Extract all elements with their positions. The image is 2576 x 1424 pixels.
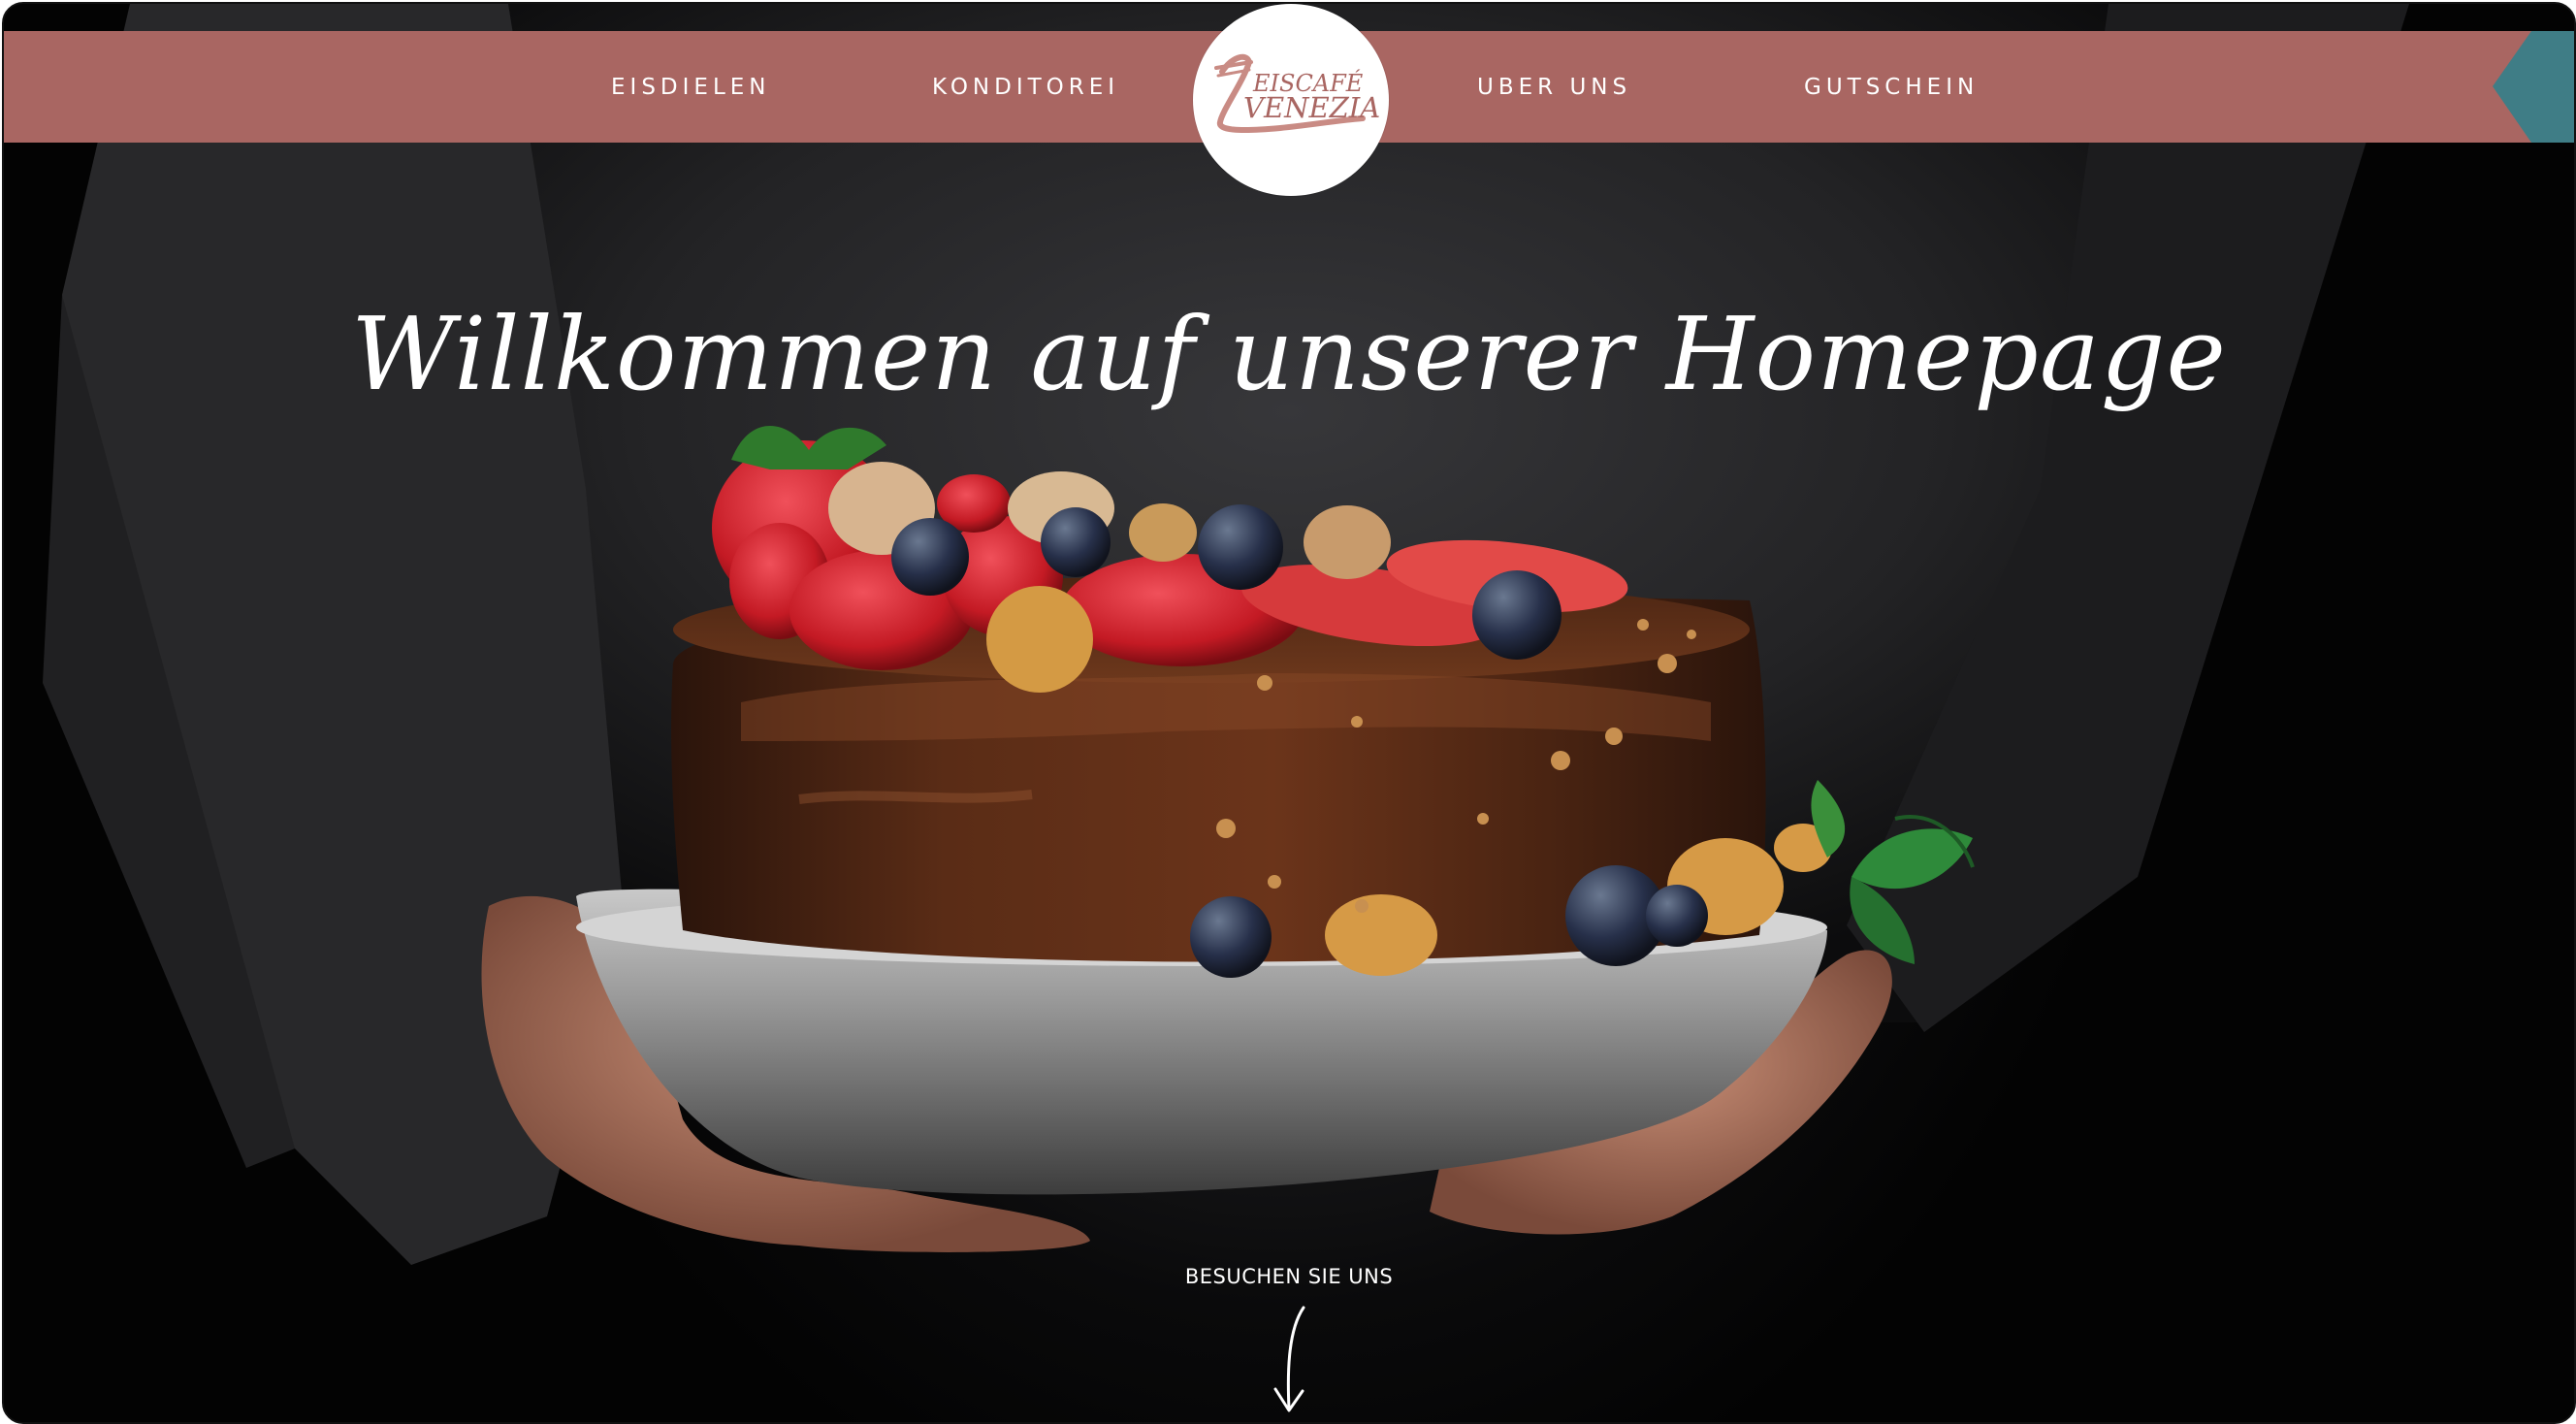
page-frame: EISDIELEN KONDITOREI UBER UNS GUTSCHEIN … [2,2,2576,1424]
nav-link-eisdielen[interactable]: EISDIELEN [611,58,771,116]
visit-us-link[interactable]: BESUCHEN SIE UNS [4,1265,2574,1288]
hero-headline: Willkommen auf unserer Homepage [351,295,2227,413]
side-panel-tab[interactable] [2493,31,2574,143]
logo-eiscafe-venezia[interactable]: EISCAFÉ VENEZIA [1193,4,1389,196]
hero-cake-image [4,4,2574,1422]
nav-link-uber-uns[interactable]: UBER UNS [1477,58,1631,116]
logo-text-venezia: VENEZIA [1243,91,1380,124]
nav-link-gutschein[interactable]: GUTSCHEIN [1804,58,1979,116]
nav-link-konditorei[interactable]: KONDITOREI [932,58,1119,116]
arrow-down-icon[interactable] [1260,1300,1318,1416]
